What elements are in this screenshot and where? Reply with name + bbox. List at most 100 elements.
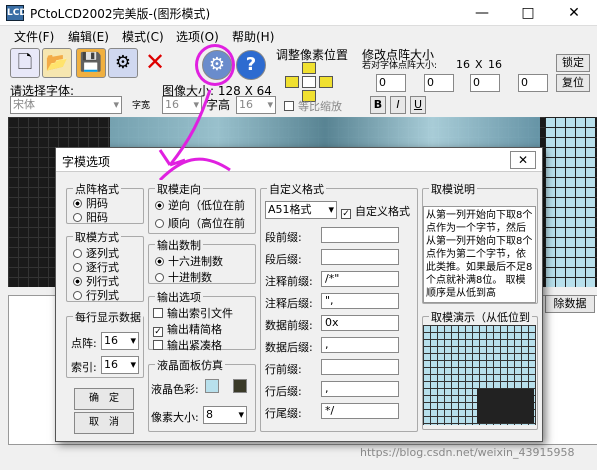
help-icon[interactable]: ? xyxy=(236,50,266,80)
dot-count-select[interactable]: 16 xyxy=(101,332,139,350)
menu-edit[interactable]: 编辑(E) xyxy=(68,28,109,45)
index-count-select[interactable]: 16 xyxy=(101,356,139,374)
direction-title: 取模走向 xyxy=(155,181,203,197)
base-group: 输出数制 十六进制数 十进制数 xyxy=(148,237,256,285)
custom-row-input[interactable] xyxy=(321,249,399,265)
title-bar: LCD PCtoLCD2002完美版-(图形模式) — □ ✕ xyxy=(0,0,597,26)
menu-bar: 文件(F) 编辑(E) 模式(C) 选项(O) 帮助(H) xyxy=(0,26,597,44)
lock-button[interactable]: 锁定 xyxy=(556,54,590,72)
custom-row-input[interactable]: */ xyxy=(321,403,399,419)
radio-positive[interactable]: 阳码 xyxy=(73,209,108,225)
arrow-right-icon[interactable] xyxy=(319,76,333,88)
custom-row-label: 行前缀: xyxy=(265,363,302,376)
menu-file[interactable]: 文件(F) xyxy=(14,28,54,45)
mode-group: 取模方式 逐列式 逐行式 列行式 行列式 xyxy=(66,229,144,303)
size-x: X xyxy=(475,58,483,71)
tight-format-checkbox[interactable]: 输出紧凑格 xyxy=(153,337,222,353)
custom-row-input[interactable]: 0x xyxy=(321,315,399,331)
lcd-bg-color-swatch[interactable] xyxy=(205,379,219,393)
description-title: 取模说明 xyxy=(429,181,477,197)
radio-forward-label: 顺向（高位在前 xyxy=(168,217,245,230)
preview-glyph xyxy=(477,389,534,423)
bold-button[interactable]: B xyxy=(370,96,386,114)
custom-row-input[interactable]: /*" xyxy=(321,271,399,287)
italic-button[interactable]: I xyxy=(390,96,406,114)
size-a: 16 xyxy=(456,58,470,71)
radio-forward[interactable]: 顺向（高位在前 xyxy=(155,215,245,231)
radio-reverse[interactable]: 逆向（低位在前 xyxy=(155,197,245,213)
index-count-label: 索引: xyxy=(71,361,97,374)
preview-title: 取模演示（从低位到 xyxy=(429,309,532,325)
spin-input-3[interactable]: 0 xyxy=(470,74,500,92)
radio-row-col[interactable]: 行列式 xyxy=(73,287,119,303)
radio-reverse-label: 逆向（低位在前 xyxy=(168,199,245,212)
radio-decimal-label: 十进制数 xyxy=(168,271,212,284)
dialog-close-button[interactable]: ✕ xyxy=(510,151,536,169)
spin-input-2[interactable]: 0 xyxy=(424,74,454,92)
custom-format-group: 自定义格式 A51格式 ✓自定义格式 段前缀: 段后缀: 注释前缀: /*" 注释后缀:… xyxy=(260,181,418,432)
height-select[interactable]: 16 xyxy=(236,96,276,114)
custom-row-label: 数据后缀: xyxy=(265,341,313,354)
arrow-left-icon[interactable] xyxy=(285,76,299,88)
lcd-fg-color-swatch[interactable] xyxy=(233,379,247,393)
menu-options[interactable]: 选项(O) xyxy=(176,28,219,45)
save-icon[interactable]: 💾 xyxy=(76,48,106,78)
ratio-label: 等比缩放 xyxy=(298,100,342,113)
window-title: PCtoLCD2002完美版-(图形模式) xyxy=(30,7,211,21)
center-icon[interactable] xyxy=(302,76,316,88)
minimize-button[interactable]: — xyxy=(459,0,505,26)
custom-format-checkbox[interactable]: ✓ 自定义格式 xyxy=(341,203,410,219)
delete-icon[interactable]: ✕ xyxy=(140,48,170,78)
custom-format-title: 自定义格式 xyxy=(267,181,326,197)
output-title: 输出选项 xyxy=(155,289,203,305)
app-icon: LCD xyxy=(6,5,27,21)
close-button[interactable]: ✕ xyxy=(551,0,597,26)
radio-hex-label: 十六进制数 xyxy=(168,255,223,268)
menu-help[interactable]: 帮助(H) xyxy=(232,28,274,45)
custom-row-label: 数据前缀: xyxy=(265,319,313,332)
clear-data-button[interactable]: 除数据 xyxy=(545,295,595,313)
base-title: 输出数制 xyxy=(155,237,203,253)
custom-row-input[interactable] xyxy=(321,359,399,375)
pixel-adjust-label: 调整像素位置 xyxy=(276,48,349,62)
description-text: 从第一列开始向下取8个点作为一个字节，然后从第一列开始向下取8个点作为第二个字节… xyxy=(423,206,536,303)
open-folder-icon[interactable]: 📂 xyxy=(42,48,72,78)
lcd-group: 液晶面板仿真 液晶色彩: 像素大小: 8 xyxy=(148,357,256,432)
lcd-title: 液晶面板仿真 xyxy=(155,357,225,373)
dot-format-group: 点阵格式 阴码 阳码 xyxy=(66,181,144,225)
annotation-arrow xyxy=(158,89,231,180)
custom-row-input[interactable]: , xyxy=(321,381,399,397)
custom-row-label: 段后缀: xyxy=(265,253,302,266)
dot-count-label: 点阵: xyxy=(71,337,97,350)
pixel-size-select[interactable]: 8 xyxy=(203,406,247,424)
index-file-label: 输出索引文件 xyxy=(167,307,233,320)
underline-button[interactable]: U xyxy=(410,96,426,114)
pixel-size-label: 像素大小: xyxy=(151,411,199,424)
radio-hex[interactable]: 十六进制数 xyxy=(155,253,223,269)
compact-format-checkbox[interactable]: ✓ 输出精简格 xyxy=(153,321,222,337)
custom-format-label: 自定义格式 xyxy=(355,205,410,218)
radio-decimal[interactable]: 十进制数 xyxy=(155,269,212,285)
font-select[interactable]: 宋体 xyxy=(10,96,122,114)
arrow-up-icon[interactable] xyxy=(302,62,316,74)
custom-row-input[interactable] xyxy=(321,227,399,243)
maximize-button[interactable]: □ xyxy=(505,0,551,26)
ok-button[interactable]: 确 定 xyxy=(74,388,134,410)
output-group: 输出选项 输出索引文件 ✓ 输出精简格 输出紧凑格 xyxy=(148,289,256,353)
cancel-button[interactable]: 取 消 xyxy=(74,412,134,434)
menu-mode[interactable]: 模式(C) xyxy=(122,28,164,45)
print-icon[interactable]: ⚙ xyxy=(108,48,138,78)
ratio-checkbox[interactable]: 等比缩放 xyxy=(284,98,342,114)
spin-input-1[interactable]: 0 xyxy=(376,74,406,92)
reset-button[interactable]: 复位 xyxy=(556,74,590,92)
format-select[interactable]: A51格式 xyxy=(265,201,337,219)
new-file-icon[interactable]: 🗋 xyxy=(10,48,40,78)
radio-positive-label: 阳码 xyxy=(86,211,108,224)
custom-row-label: 段前缀: xyxy=(265,231,302,244)
custom-row-input[interactable]: ", xyxy=(321,293,399,309)
font-mode-dialog: 字模选项 ✕ 点阵格式 阴码 阳码 取模方式 逐列式 逐行式 列行式 行列式 每… xyxy=(55,147,543,442)
custom-row-input[interactable]: , xyxy=(321,337,399,353)
spin-input-4[interactable]: 0 xyxy=(518,74,548,92)
index-file-checkbox[interactable]: 输出索引文件 xyxy=(153,305,233,321)
custom-row-label: 注释后缀: xyxy=(265,297,313,310)
